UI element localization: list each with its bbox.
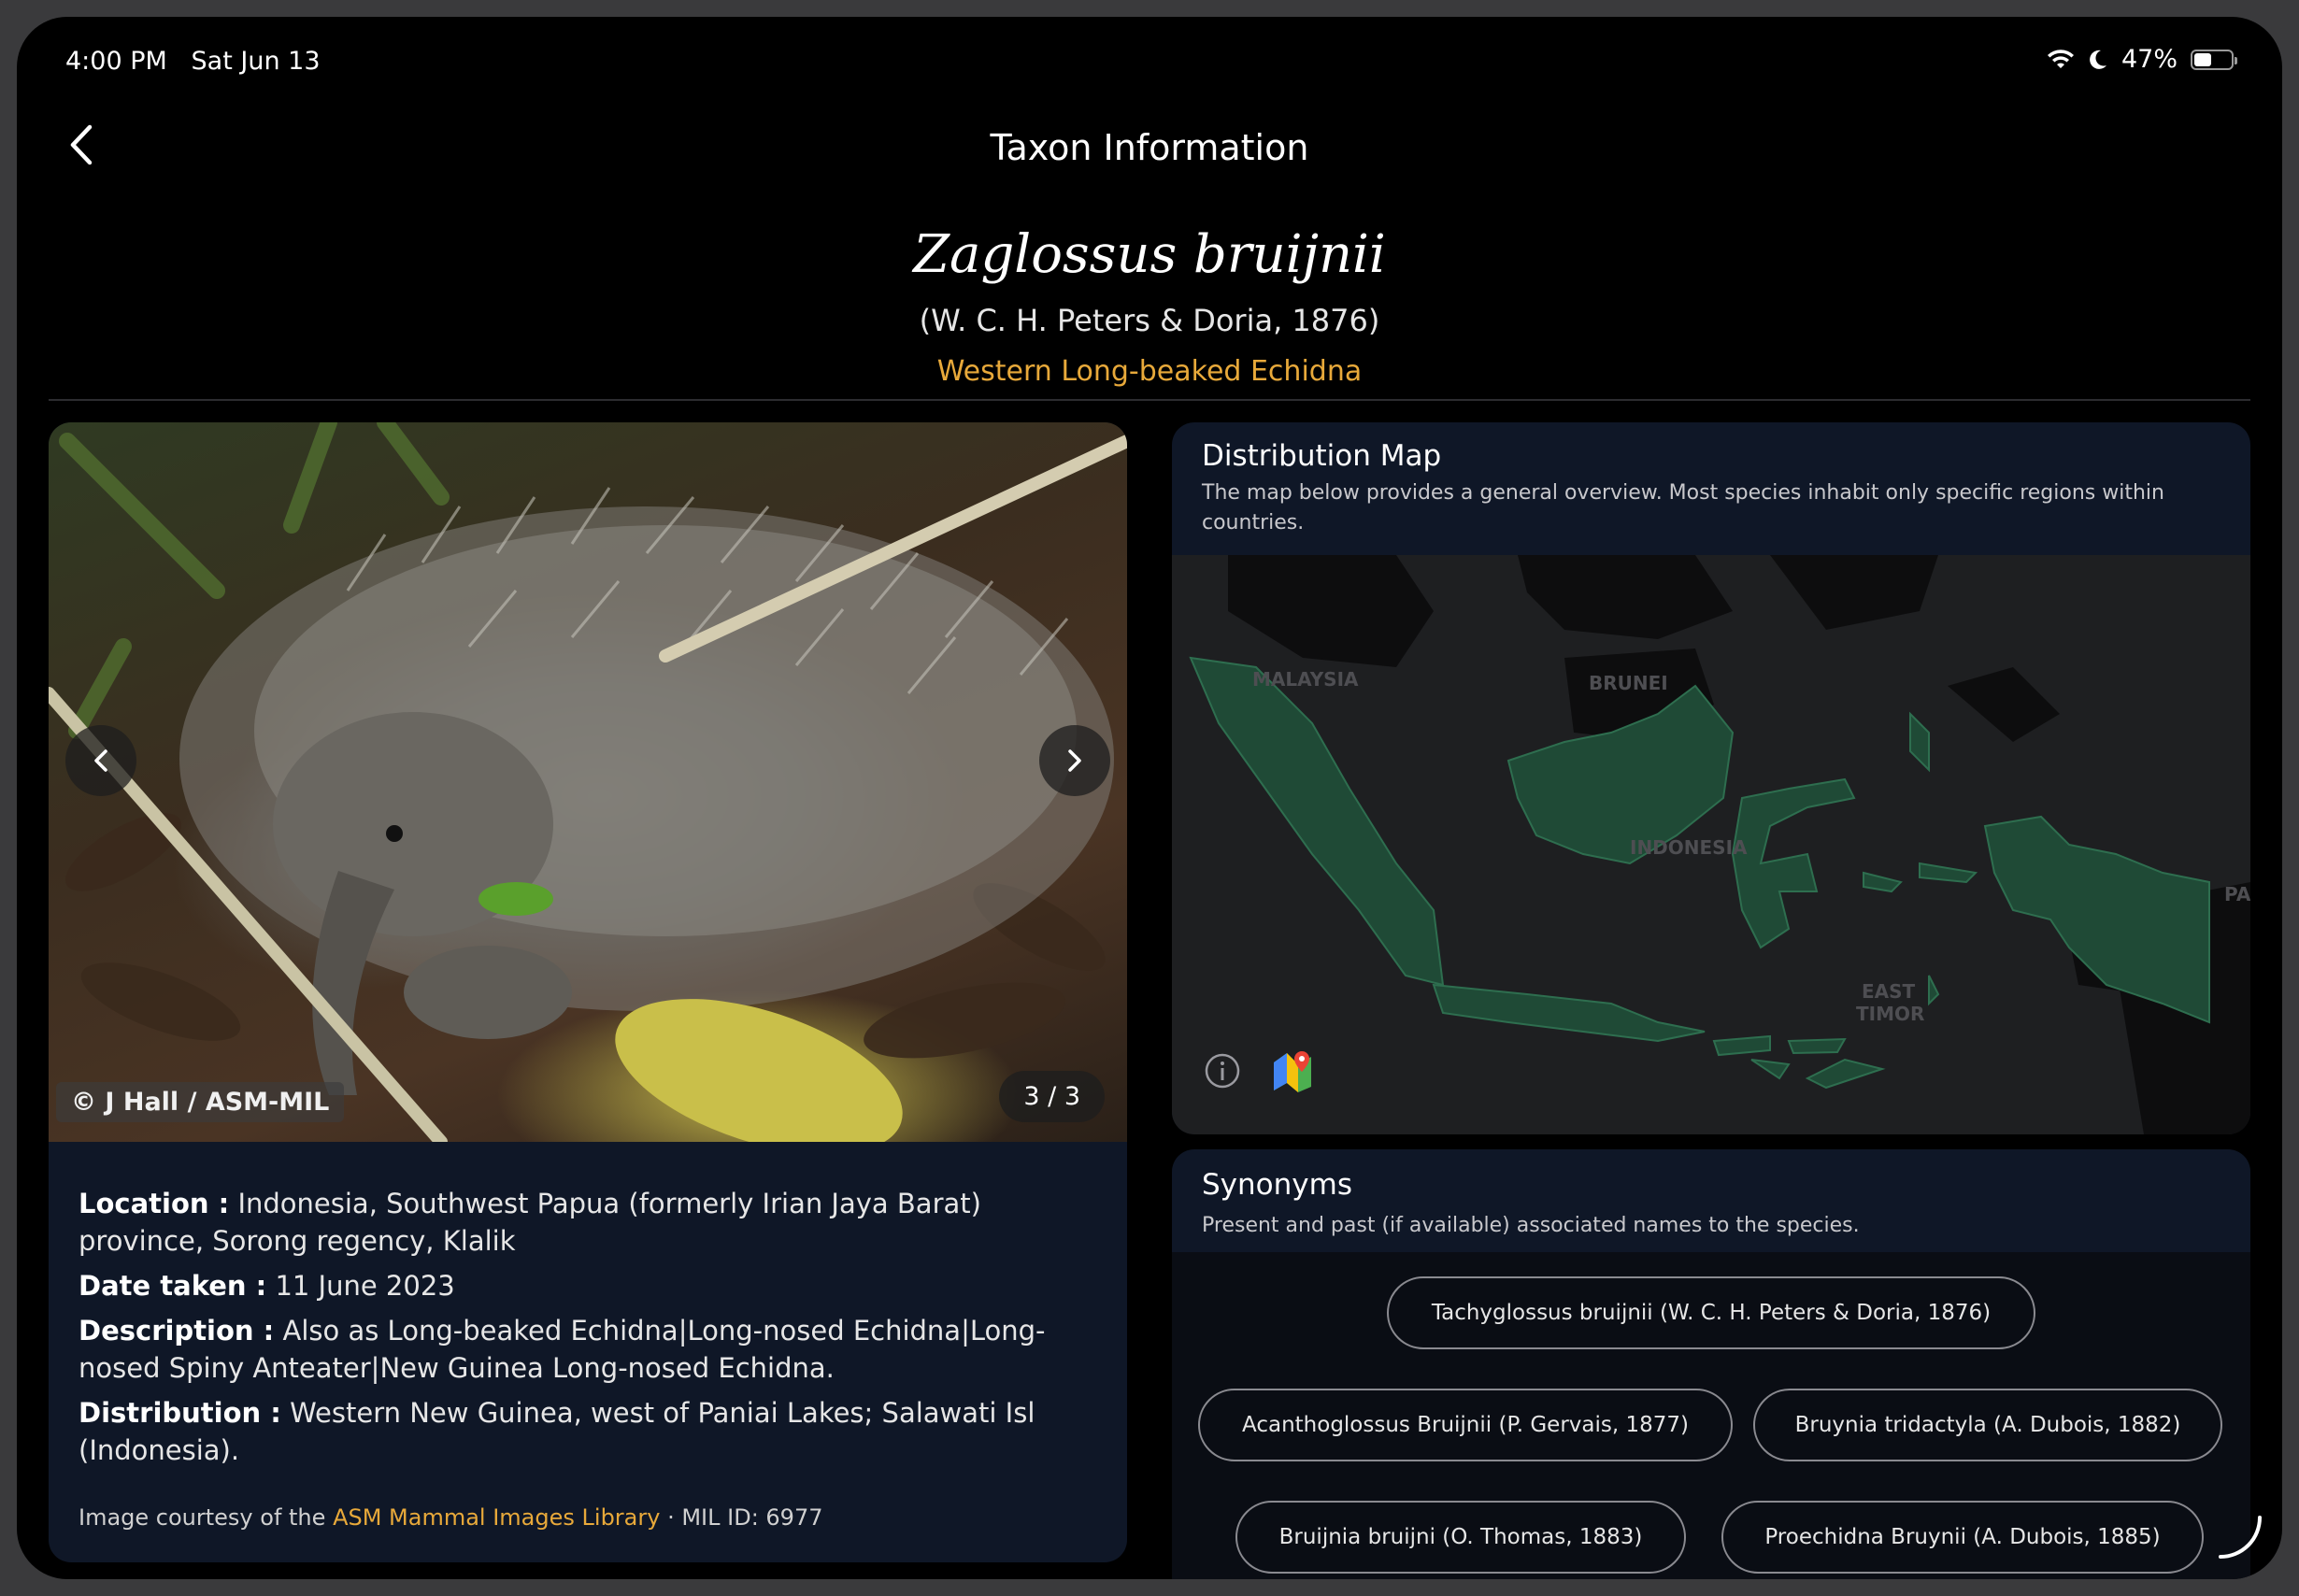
- mil-id: · MIL ID: 6977: [667, 1504, 823, 1531]
- date-row: Date taken : 11 June 2023: [79, 1267, 1097, 1304]
- taxon-authority: (W. C. H. Peters & Doria, 1876): [919, 303, 1380, 338]
- page-title: Taxon Information: [990, 127, 1309, 168]
- app-window: 4:00 PM Sat Jun 13 47% Taxon Information…: [17, 17, 2282, 1579]
- synonyms-title: Synonyms: [1202, 1168, 1352, 1202]
- chevron-left-icon: [94, 749, 107, 772]
- photo-credit: © J Hall / ASM-MIL: [56, 1082, 345, 1122]
- asm-library-link[interactable]: ASM Mammal Images Library: [333, 1504, 660, 1531]
- status-time: 4:00 PM Sat Jun 13: [65, 47, 321, 76]
- map-info-button[interactable]: [1202, 1050, 1243, 1091]
- synonyms-subtitle: Present and past (if available) associat…: [1202, 1214, 1860, 1237]
- distribution-map[interactable]: MALAYSIA BRUNEI INDONESIA EAST TIMOR PA: [1172, 555, 2250, 1134]
- synonym-chip[interactable]: Tachyglossus bruijnii (W. C. H. Peters &…: [1387, 1276, 2035, 1349]
- image-courtesy: Image courtesy of the ASM Mammal Images …: [79, 1504, 823, 1531]
- header-divider: [49, 399, 2250, 401]
- photo-counter: 3 / 3: [999, 1071, 1105, 1122]
- map-label-indonesia: INDONESIA: [1630, 836, 1748, 859]
- info-icon: [1205, 1053, 1240, 1089]
- distribution-map-panel: Distribution Map The map below provides …: [1172, 422, 2250, 1134]
- status-bar: 4:00 PM Sat Jun 13 47%: [17, 17, 2282, 82]
- synonyms-panel: Synonyms Present and past (if available)…: [1172, 1149, 2250, 1579]
- previous-photo-button[interactable]: [65, 725, 136, 796]
- scientific-name: Zaglossus bruijnii: [913, 224, 1386, 285]
- map-illustration: MALAYSIA BRUNEI INDONESIA EAST TIMOR PA: [1189, 555, 2250, 1134]
- map-label-brunei: BRUNEI: [1589, 672, 1668, 694]
- map-title: Distribution Map: [1202, 439, 1442, 473]
- map-label-malaysia: MALAYSIA: [1252, 668, 1359, 691]
- photo-panel: © J Hall / ASM-MIL 3 / 3 Location : Indo…: [49, 422, 1127, 1562]
- status-clock: 4:00 PM: [65, 47, 167, 76]
- courtesy-prefix: Image courtesy of the: [79, 1504, 326, 1531]
- highlight-islands: [1189, 656, 2210, 1090]
- scroll-corner-icon: [2219, 1516, 2262, 1559]
- synonyms-header: Synonyms Present and past (if available)…: [1172, 1149, 2250, 1252]
- description-row: Description : Also as Long-beaked Echidn…: [79, 1312, 1097, 1387]
- map-label-timor: TIMOR: [1856, 1003, 1924, 1025]
- synonym-chip[interactable]: Bruijnia bruijni (O. Thomas, 1883): [1235, 1501, 1686, 1574]
- map-label-pa: PA: [2224, 883, 2250, 905]
- photo-illustration: [49, 422, 1127, 1142]
- distribution-row: Distribution : Western New Guinea, west …: [79, 1394, 1097, 1469]
- battery-icon: [2191, 49, 2237, 70]
- common-name: Western Long-beaked Echidna: [936, 355, 1363, 388]
- date-label: Date taken :: [79, 1270, 267, 1302]
- distribution-label: Distribution :: [79, 1397, 281, 1429]
- chevron-right-icon: [1068, 749, 1081, 772]
- wifi-icon: [2047, 49, 2074, 68]
- location-label: Location :: [79, 1188, 230, 1219]
- status-date: Sat Jun 13: [191, 47, 321, 76]
- photo-details: Location : Indonesia, Southwest Papua (f…: [79, 1185, 1097, 1476]
- google-maps-icon: [1274, 1051, 1311, 1092]
- map-subtitle: The map below provides a general overvie…: [1202, 481, 2164, 534]
- species-photo[interactable]: © J Hall / ASM-MIL 3 / 3: [49, 422, 1127, 1142]
- battery-percent: 47%: [2121, 45, 2178, 74]
- synonym-chip[interactable]: Proechidna Bruynii (A. Dubois, 1885): [1721, 1501, 2204, 1574]
- location-row: Location : Indonesia, Southwest Papua (f…: [79, 1185, 1097, 1260]
- next-photo-button[interactable]: [1039, 725, 1110, 796]
- description-label: Description :: [79, 1315, 275, 1347]
- status-icons: 47%: [2047, 45, 2237, 74]
- open-in-maps-button[interactable]: [1269, 1048, 1316, 1095]
- synonym-chip[interactable]: Bruynia tridactyla (A. Dubois, 1882): [1753, 1389, 2222, 1461]
- synonym-chip[interactable]: Acanthoglossus Bruijnii (P. Gervais, 187…: [1198, 1389, 1733, 1461]
- date-value: 11 June 2023: [275, 1270, 455, 1302]
- map-label-east: EAST: [1862, 980, 1916, 1003]
- moon-icon: [2090, 50, 2106, 69]
